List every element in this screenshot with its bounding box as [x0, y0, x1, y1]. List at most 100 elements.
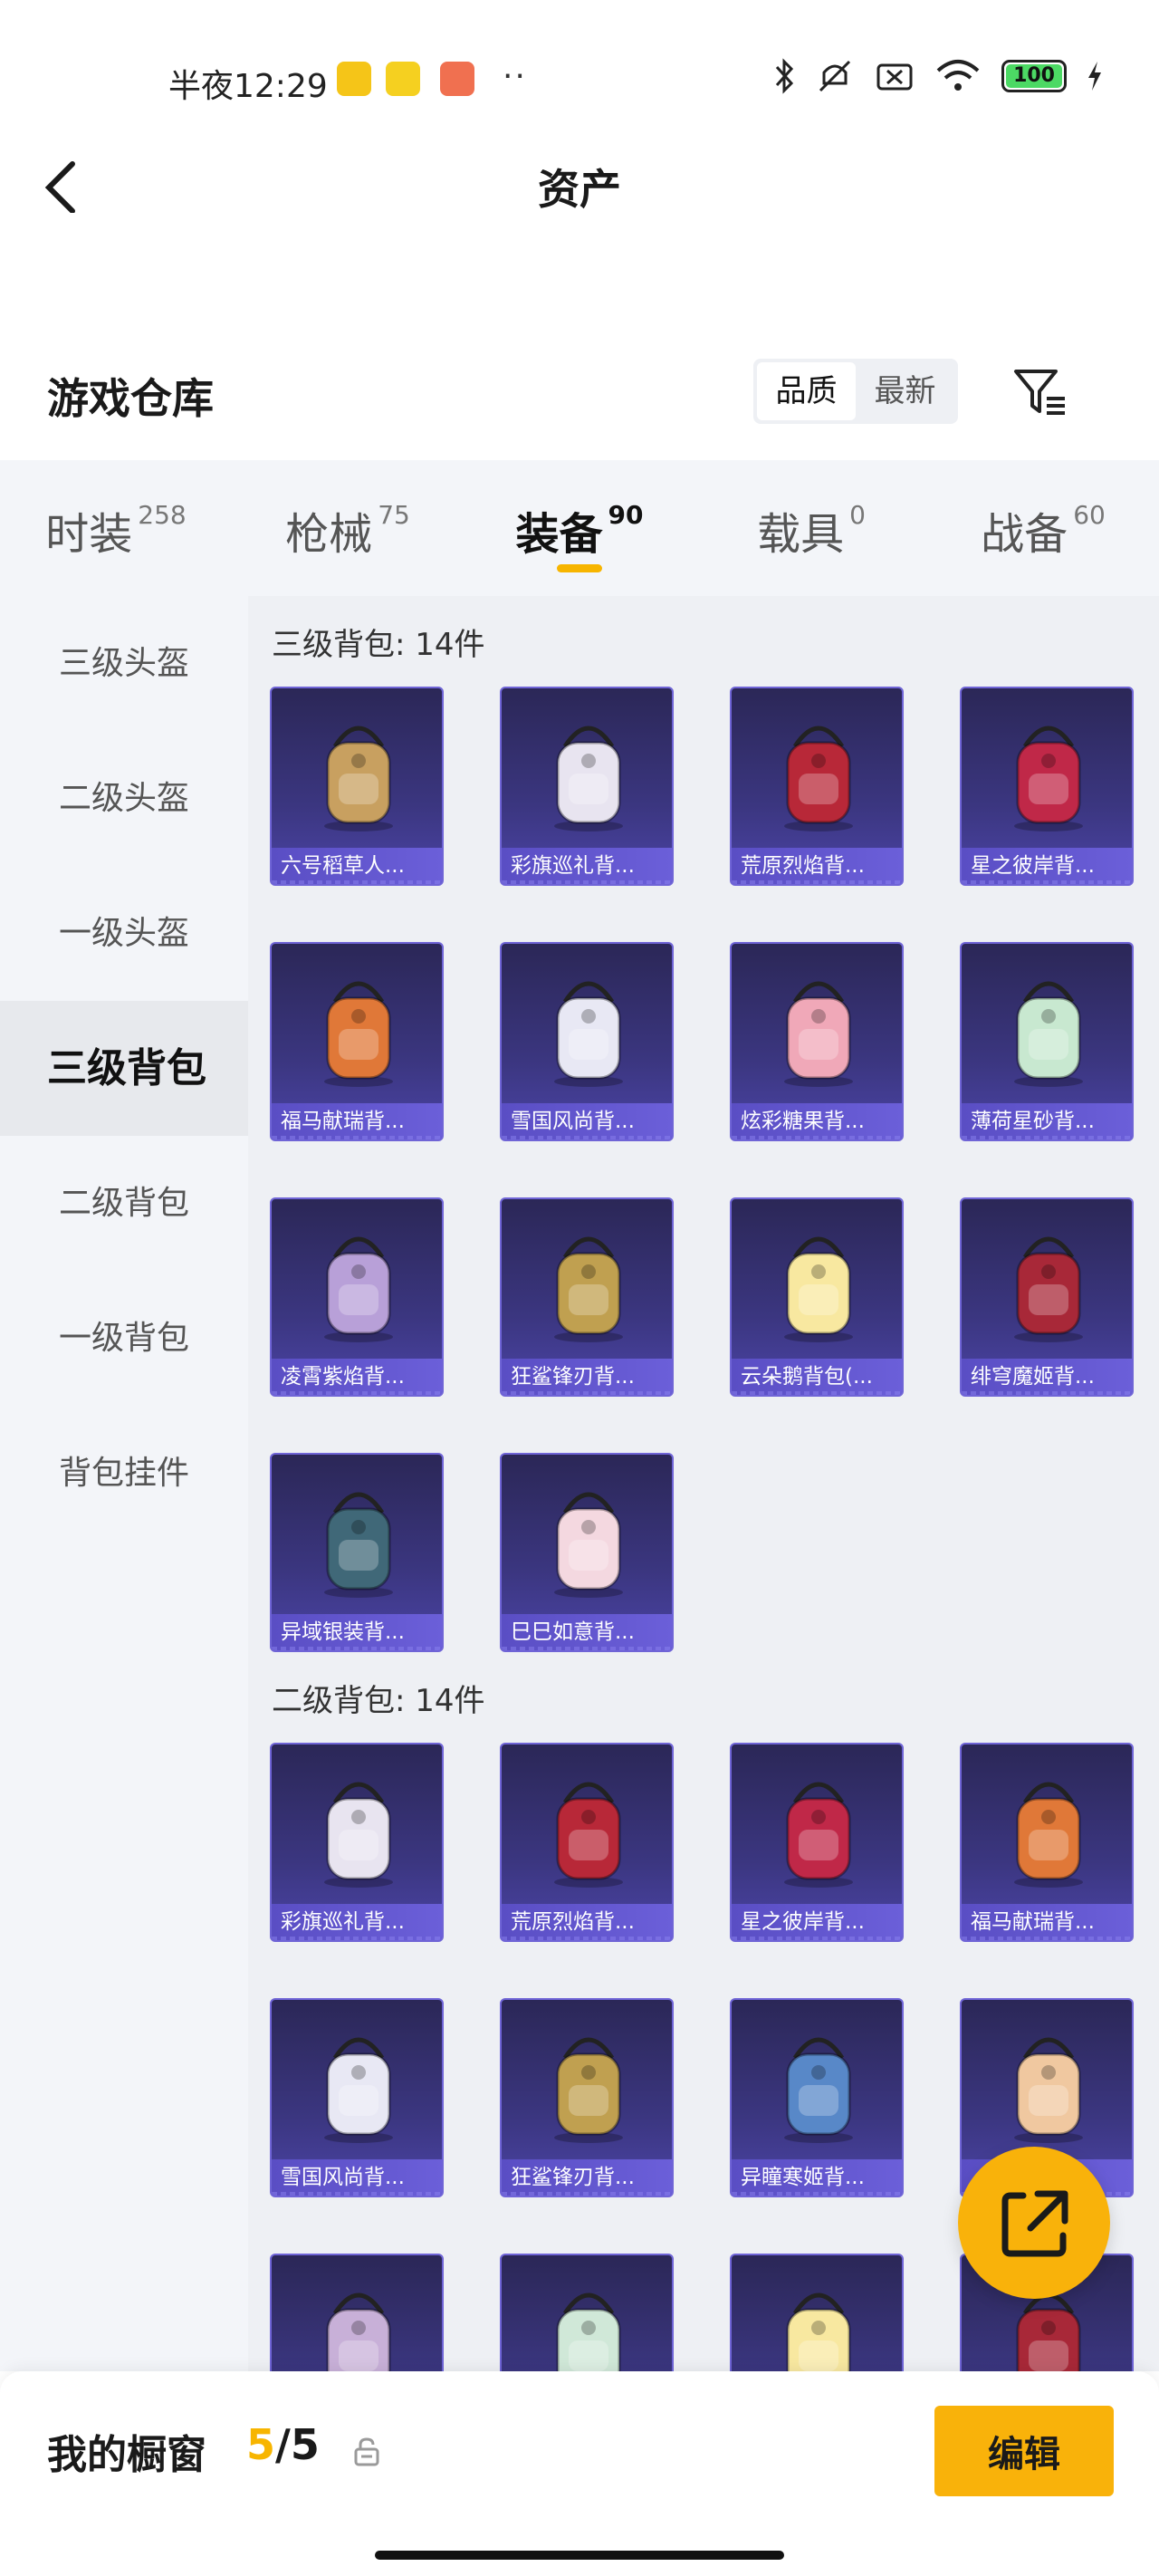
backpack-icon	[538, 966, 639, 1092]
page-title: 资产	[538, 165, 621, 214]
backpack-icon	[308, 2022, 409, 2148]
backpack-item-name: 六号稻草人...	[272, 848, 442, 884]
charging-icon	[1088, 62, 1101, 91]
backpack-item-name: 星之彼岸背...	[732, 1904, 902, 1940]
backpack-icon	[538, 1221, 639, 1348]
backpack-item-card[interactable]: 星之彼岸背...	[960, 687, 1134, 886]
backpack-item-name: 异域银装背...	[272, 1614, 442, 1650]
status-bar: 半夜12:29 ·· 100	[0, 0, 1159, 159]
tab-guns[interactable]: 枪械 75	[232, 460, 464, 596]
tab-label: 时装	[45, 509, 133, 560]
backpack-item-card[interactable]: 巳巳如意背...	[500, 1453, 674, 1652]
sort-toggle: 品质 最新	[753, 359, 958, 424]
backpack-item-name: 巳巳如意背...	[502, 1614, 672, 1650]
backpack-item-card[interactable]: 福马献瑞背...	[270, 942, 444, 1141]
app-notification-icon	[386, 62, 420, 96]
backpack-item-card[interactable]: 雪国风尚背...	[270, 1998, 444, 2197]
app-notification-icon	[440, 62, 474, 96]
item-grid-area: 三级背包: 14件 二级背包: 14件 六号稻草人... 彩旗巡礼背... 荒原烈焰…	[248, 596, 1159, 2371]
share-fab-button[interactable]	[958, 2147, 1110, 2299]
active-tab-indicator	[557, 564, 602, 572]
bluetooth-icon	[775, 58, 794, 94]
sidebar-item-backpack-lv1[interactable]: 一级背包	[0, 1271, 248, 1406]
backpack-icon	[308, 1221, 409, 1348]
backpack-item-card[interactable]: 薄荷星砂背...	[960, 942, 1134, 1141]
backpack-item-card[interactable]: 六号稻草人...	[270, 687, 444, 886]
backpack-item-name: 荒原烈焰背...	[732, 848, 902, 884]
showcase-current: 5	[246, 2420, 276, 2469]
backpack-item-card[interactable]: 福马献瑞背...	[960, 1743, 1134, 1942]
showcase-bar: 我的橱窗 5/5 编辑	[0, 2371, 1159, 2576]
backpack-item-name: 狂鲨锋刃背...	[502, 1359, 672, 1395]
backpack-icon	[308, 710, 409, 837]
backpack-item-card[interactable]: 炫彩糖果背...	[730, 942, 904, 1141]
backpack-item-card[interactable]: 雪国风尚背...	[500, 942, 674, 1141]
backpack-item-card[interactable]: 荒原烈焰背...	[500, 1743, 674, 1942]
sidebar-item-backpack-lv2[interactable]: 二级背包	[0, 1136, 248, 1271]
tab-label: 装备	[515, 509, 603, 560]
warehouse-title: 游戏仓库	[47, 374, 214, 423]
tab-fashion[interactable]: 时装 258	[0, 460, 232, 596]
backpack-item-card[interactable]: 云朵鹅背包(...	[730, 1197, 904, 1397]
tab-supplies[interactable]: 战备 60	[927, 460, 1159, 596]
backpack-item-card[interactable]: 异瞳寒姬背...	[730, 1998, 904, 2197]
tab-count: 258	[138, 500, 187, 530]
backpack-item-card[interactable]: 狂鲨锋刃背...	[500, 1197, 674, 1397]
backpack-item-card[interactable]: 星之彼岸背...	[730, 1743, 904, 1942]
backpack-item-card[interactable]	[730, 2254, 904, 2371]
filter-button[interactable]	[1011, 362, 1068, 420]
battery-icon: 100	[1001, 60, 1067, 92]
filter-icon	[1014, 370, 1065, 415]
tab-vehicles[interactable]: 载具 0	[695, 460, 927, 596]
share-icon	[1001, 2190, 1068, 2257]
sort-quality-option[interactable]: 品质	[757, 362, 856, 420]
backpack-item-card[interactable]: 绯穹魔姬背...	[960, 1197, 1134, 1397]
sidebar-item-helmet-lv1[interactable]: 一级头盔	[0, 866, 248, 1001]
backpack-icon	[538, 1476, 639, 1603]
backpack-icon	[998, 1766, 1099, 1893]
backpack-icon	[998, 1221, 1099, 1348]
status-icons: 100	[773, 58, 1103, 94]
sidebar-item-backpack-charm[interactable]: 背包挂件	[0, 1406, 248, 1541]
backpack-item-name: 异瞳寒姬背...	[732, 2159, 902, 2196]
backpack-icon	[538, 1766, 639, 1893]
backpack-icon	[998, 966, 1099, 1092]
backpack-item-name: 雪国风尚背...	[272, 2159, 442, 2196]
backpack-item-card[interactable]	[270, 2254, 444, 2371]
sidebar-item-helmet-lv2[interactable]: 二级头盔	[0, 731, 248, 866]
showcase-separator: /	[275, 2420, 291, 2469]
backpack-icon	[768, 966, 869, 1092]
backpack-item-card[interactable]: 彩旗巡礼背...	[270, 1743, 444, 1942]
backpack-icon	[768, 1766, 869, 1893]
backpack-icon	[308, 1766, 409, 1893]
sidebar-item-backpack-lv3[interactable]: 三级背包	[0, 1001, 248, 1136]
backpack-item-name: 狂鲨锋刃背...	[502, 2159, 672, 2196]
backpack-item-card[interactable]: 荒原烈焰背...	[730, 687, 904, 886]
backpack-item-card[interactable]: 凌霄紫焰背...	[270, 1197, 444, 1397]
tab-count: 60	[1073, 500, 1106, 530]
backpack-item-card[interactable]	[500, 2254, 674, 2371]
tab-equipment[interactable]: 装备 90	[464, 460, 695, 596]
backpack-icon	[768, 1221, 869, 1348]
battery-level: 100	[1006, 64, 1062, 88]
backpack-item-name: 彩旗巡礼背...	[272, 1904, 442, 1940]
sort-newest-option[interactable]: 最新	[856, 362, 954, 420]
backpack-item-card[interactable]: 异域银装背...	[270, 1453, 444, 1652]
backpack-item-name: 凌霄紫焰背...	[272, 1359, 442, 1395]
backpack-item-card[interactable]: 狂鲨锋刃背...	[500, 1998, 674, 2197]
backpack-icon	[538, 710, 639, 837]
backpack-item-name: 福马献瑞背...	[272, 1103, 442, 1139]
edit-button[interactable]: 编辑	[934, 2406, 1114, 2496]
backpack-icon	[768, 2022, 869, 2148]
tab-label: 战备	[981, 509, 1068, 560]
backpack-item-name: 绯穹魔姬背...	[962, 1359, 1132, 1395]
no-sim-icon	[876, 63, 913, 91]
category-tabs: 时装 258 枪械 75 装备 90 载具 0 战备 60	[0, 460, 1159, 596]
tab-count: 0	[849, 500, 866, 530]
tab-label: 枪械	[285, 509, 373, 560]
backpack-icon	[768, 2277, 869, 2371]
backpack-icon	[998, 710, 1099, 837]
backpack-item-card[interactable]: 彩旗巡礼背...	[500, 687, 674, 886]
showcase-count: 5/5	[246, 2420, 320, 2469]
sidebar-item-helmet-lv3[interactable]: 三级头盔	[0, 596, 248, 731]
